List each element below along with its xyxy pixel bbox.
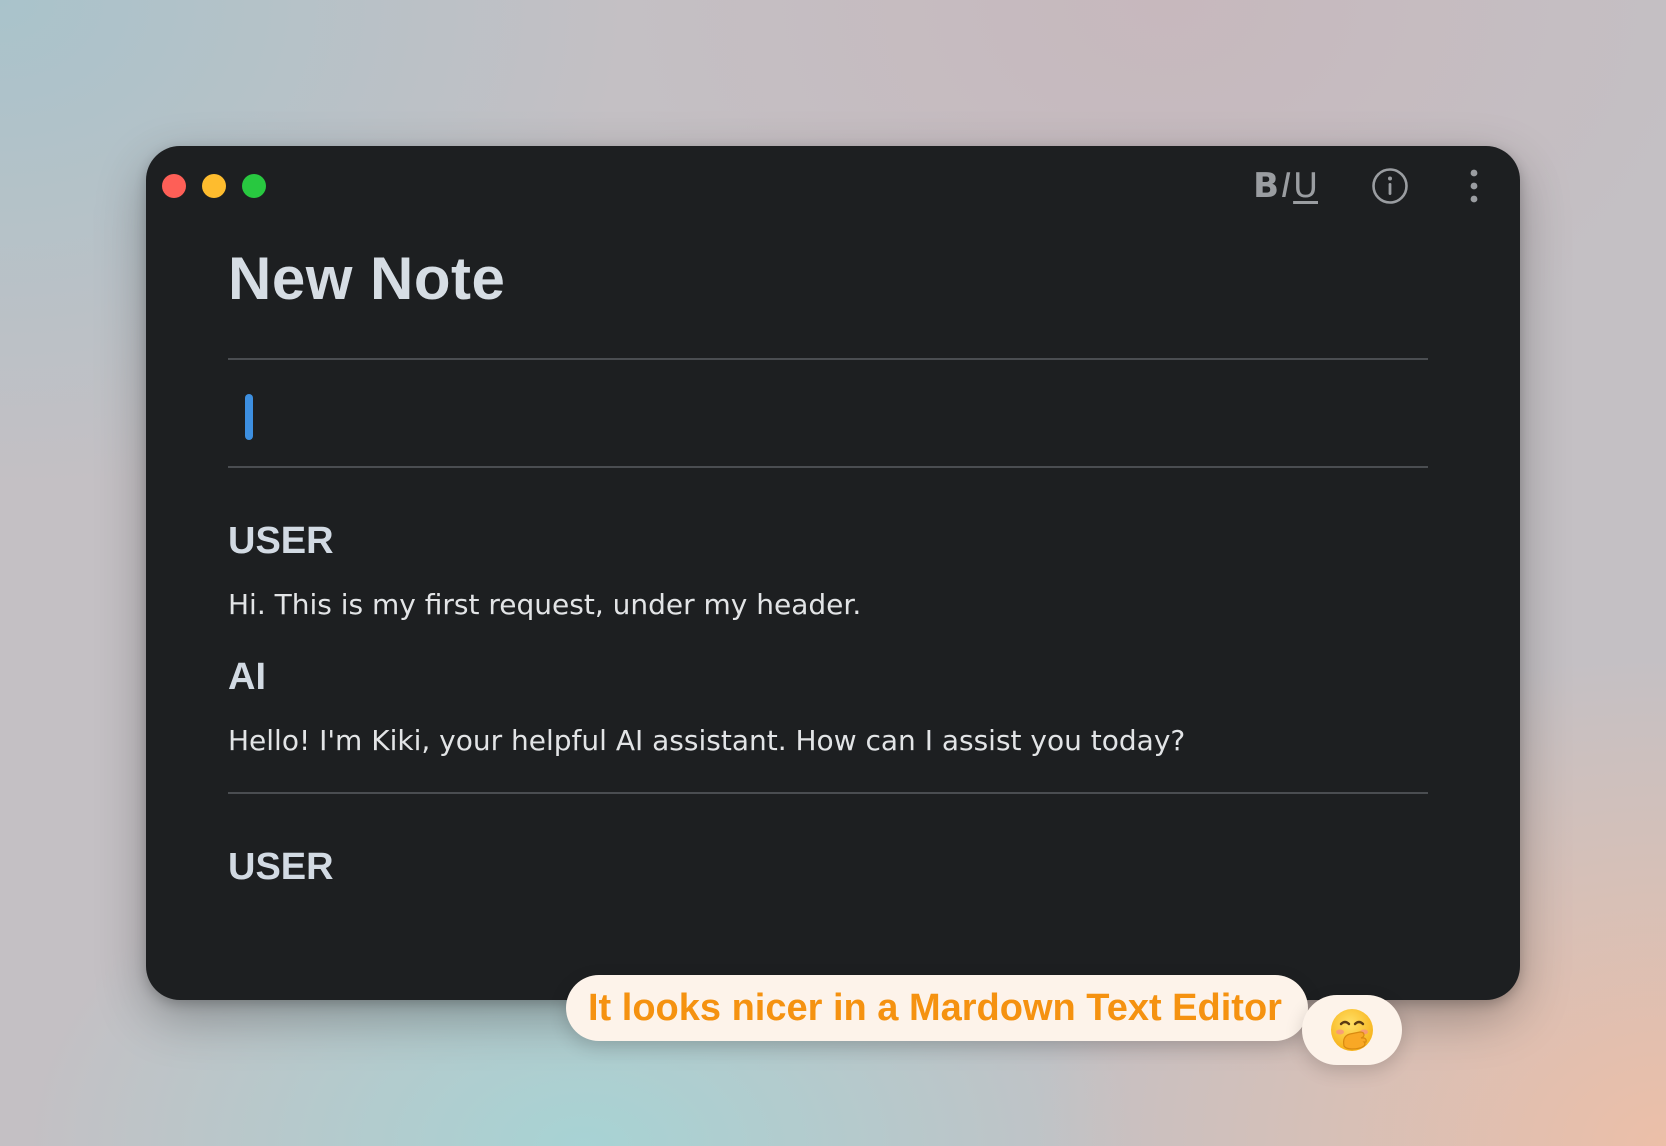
close-window-button[interactable]: [162, 174, 186, 198]
italic-format-icon: I: [1281, 166, 1292, 206]
message-role-user-pending: USER: [228, 846, 334, 888]
maximize-window-button[interactable]: [242, 174, 266, 198]
ai-message-text: Hello! I'm Kiki, your helpful AI assista…: [228, 724, 1186, 757]
caption-banner: It looks nicer in a Mardown Text Editor: [566, 975, 1308, 1041]
text-format-button[interactable]: B I U: [1253, 166, 1318, 206]
emoji-bubble: [1302, 995, 1402, 1065]
divider: [228, 792, 1428, 794]
more-options-button[interactable]: [1450, 162, 1498, 210]
message-role-user: USER: [228, 520, 334, 562]
editor-window: B I U New Note USER Hi. This is my first…: [146, 146, 1520, 1000]
more-vertical-icon: [1470, 169, 1478, 203]
note-title[interactable]: New Note: [228, 244, 505, 313]
user-message-text: Hi. This is my first request, under my h…: [228, 588, 862, 621]
info-button[interactable]: [1366, 162, 1414, 210]
message-role-ai: AI: [228, 656, 266, 698]
bold-format-icon: B: [1253, 166, 1280, 206]
divider: [228, 466, 1428, 468]
underline-format-icon: U: [1293, 166, 1318, 206]
face-with-hand-over-mouth-icon: [1331, 1009, 1373, 1051]
divider: [228, 358, 1428, 360]
caption-text: It looks nicer in a Mardown Text Editor: [588, 986, 1282, 1029]
window-controls: [162, 174, 266, 198]
minimize-window-button[interactable]: [202, 174, 226, 198]
toolbar: B I U: [1253, 162, 1498, 210]
text-caret: [245, 394, 253, 440]
info-circle-icon: [1372, 168, 1408, 204]
